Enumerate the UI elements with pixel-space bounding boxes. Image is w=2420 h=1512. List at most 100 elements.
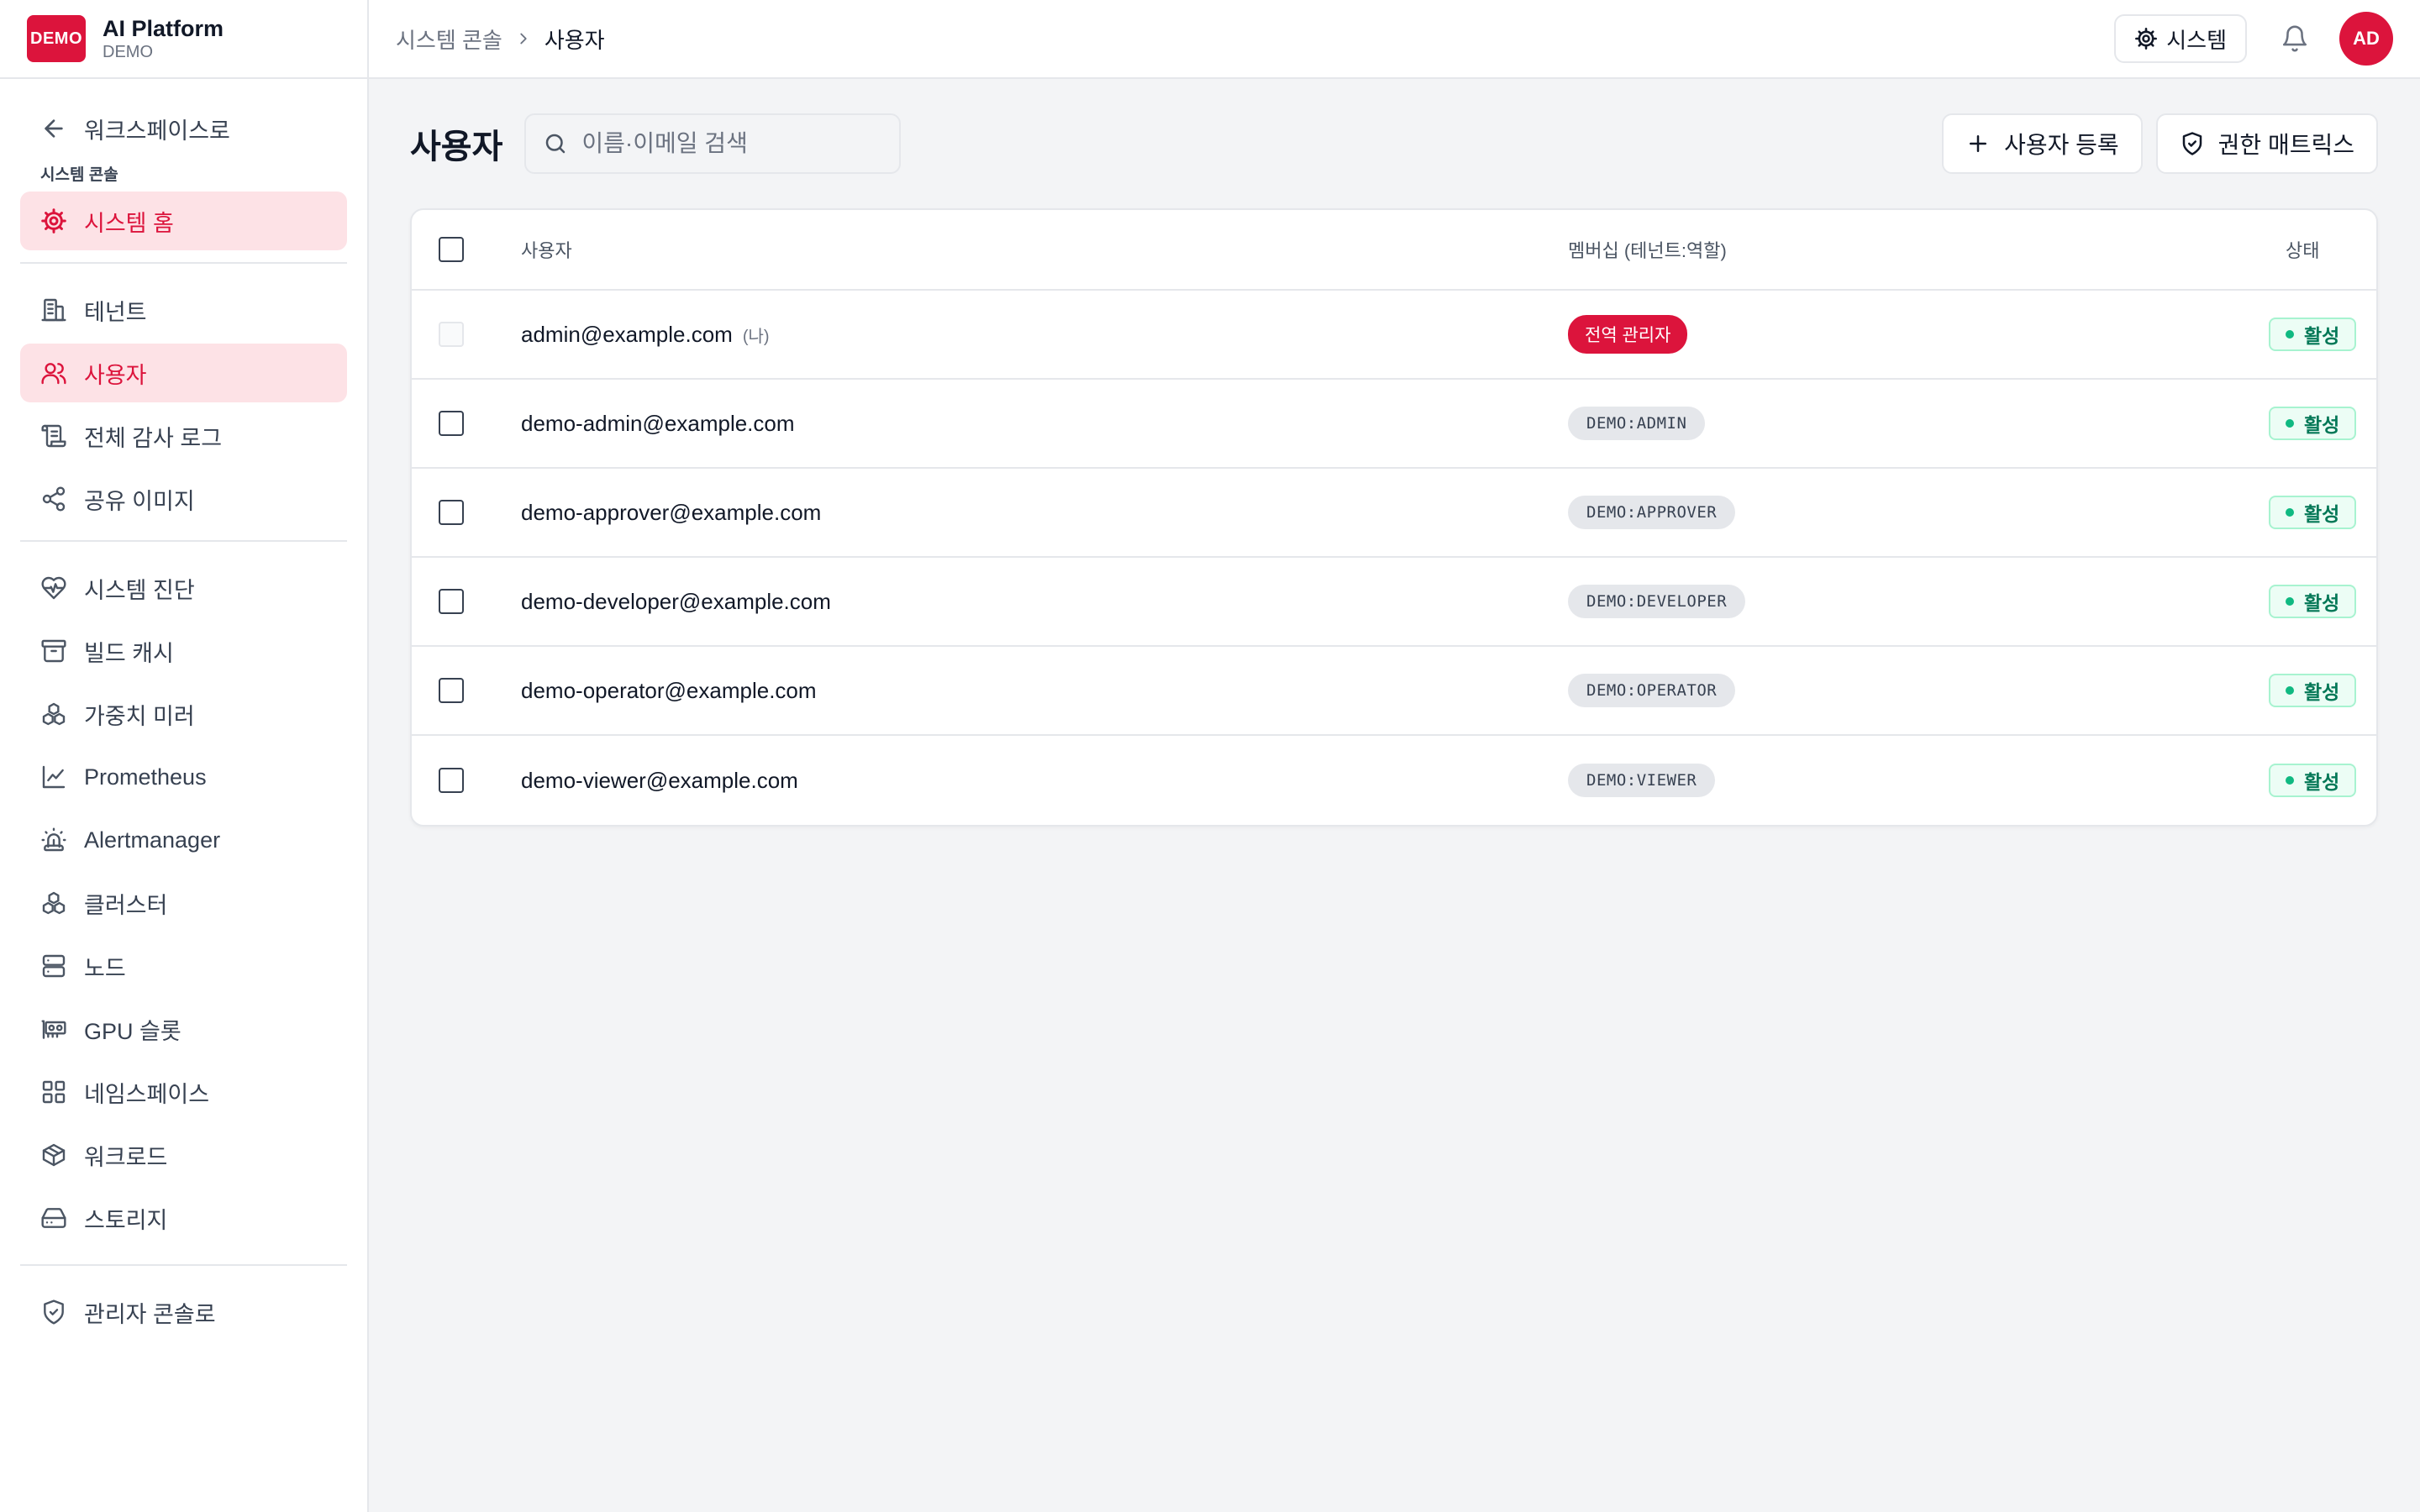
sidebar-item-nodes[interactable]: 노드	[20, 937, 347, 995]
cluster-icon	[42, 891, 66, 915]
sidebar-item-back-to-workspace[interactable]: 워크스페이스로	[20, 99, 347, 158]
status-label: 활성	[2304, 771, 2340, 793]
server-icon	[42, 954, 66, 978]
sidebar-item-shared-images[interactable]: 공유 이미지	[20, 470, 347, 528]
sidebar-divider	[20, 262, 347, 264]
arrow-left-icon	[45, 119, 63, 138]
membership-badge: 전역 관리자	[1568, 315, 1688, 354]
sidebar-item-users[interactable]: 사용자	[20, 344, 347, 402]
plus-icon	[1970, 135, 1987, 152]
status-dot	[2286, 419, 2294, 428]
sidebar: DEMO AI Platform DEMO 워크스페이스로 시스템 콘솔 시스템…	[0, 0, 369, 1512]
heart-pulse-icon	[41, 576, 66, 600]
table-row[interactable]: admin@example.com (나) 전역 관리자 활성	[412, 291, 2376, 380]
row-checkbox[interactable]	[439, 500, 464, 525]
status-badge: 활성	[2269, 585, 2357, 618]
status-label: 활성	[2304, 325, 2340, 347]
select-all-checkbox[interactable]	[439, 237, 464, 262]
brand-subtitle: DEMO	[103, 43, 153, 61]
user-email: demo-admin@example.com	[521, 410, 795, 436]
brand-title: AI Platform	[103, 16, 224, 41]
status-badge: 활성	[2269, 496, 2357, 529]
gpu-icon	[41, 1020, 66, 1039]
sidebar-item-prometheus[interactable]: Prometheus	[20, 748, 347, 806]
sidebar-item-system-home[interactable]: 시스템 홈	[20, 192, 347, 250]
membership-badge: DEMO:APPROVER	[1568, 496, 1736, 529]
brand-logo: DEMO	[27, 15, 86, 62]
boxes-icon	[42, 702, 66, 726]
sidebar-item-weight-mirror[interactable]: 가중치 미러	[20, 685, 347, 743]
sidebar-item-label: 노드	[84, 955, 126, 981]
bell-icon[interactable]	[2281, 24, 2309, 53]
users-table: 사용자 멤버십 (테넌트:역할) 상태 admin@example.com (나)…	[410, 208, 2378, 827]
status-label: 활성	[2304, 592, 2340, 614]
sidebar-item-audit-log[interactable]: 전체 감사 로그	[20, 407, 347, 465]
sidebar-item-build-cache[interactable]: 빌드 캐시	[20, 622, 347, 680]
siren-icon	[41, 827, 66, 852]
system-button-label: 시스템	[2166, 27, 2227, 53]
table-row[interactable]: demo-viewer@example.com DEMO:VIEWER 활성	[412, 736, 2376, 825]
search-box[interactable]	[524, 113, 902, 174]
sidebar-nav: 워크스페이스로 시스템 콘솔 시스템 홈 테넌트 사용자 전체 감사 로그 공유…	[0, 79, 367, 1341]
users-icon	[41, 363, 66, 385]
sidebar-item-namespaces[interactable]: 네임스페이스	[20, 1063, 347, 1121]
archive-icon	[41, 639, 66, 663]
scroll-icon	[41, 424, 66, 448]
avatar[interactable]: AD	[2339, 12, 2393, 66]
sidebar-item-label: 네임스페이스	[84, 1081, 210, 1107]
permission-matrix-button[interactable]: 권한 매트릭스	[2155, 113, 2378, 174]
table-row[interactable]: demo-admin@example.com DEMO:ADMIN 활성	[412, 380, 2376, 469]
gear-icon	[41, 208, 66, 234]
row-checkbox[interactable]	[439, 768, 464, 793]
status-dot	[2286, 508, 2294, 517]
sidebar-item-label: GPU 슬롯	[84, 1018, 182, 1044]
sidebar-item-label: 시스템 진단	[84, 577, 195, 603]
brand[interactable]: DEMO AI Platform DEMO	[0, 0, 367, 79]
row-checkbox[interactable]	[439, 411, 464, 436]
column-header-user: 사용자	[521, 240, 572, 261]
sidebar-item-admin-console[interactable]: 관리자 콘솔로	[20, 1283, 347, 1341]
breadcrumb: 시스템 콘솔 사용자	[396, 24, 605, 55]
grid-icon	[42, 1080, 66, 1104]
sidebar-item-label: 관리자 콘솔로	[84, 1301, 216, 1327]
breadcrumb-current: 사용자	[544, 27, 605, 53]
row-checkbox	[439, 322, 464, 347]
sidebar-item-clusters[interactable]: 클러스터	[20, 874, 347, 932]
user-email: demo-operator@example.com	[521, 677, 817, 703]
sidebar-item-alertmanager[interactable]: Alertmanager	[20, 811, 347, 869]
row-checkbox[interactable]	[439, 678, 464, 703]
sidebar-item-system-diagnostics[interactable]: 시스템 진단	[20, 559, 347, 617]
sidebar-item-label: 테넌트	[84, 299, 147, 325]
status-dot	[2286, 686, 2294, 695]
sidebar-item-label: 워크로드	[84, 1144, 168, 1170]
table-row[interactable]: demo-approver@example.com DEMO:APPROVER …	[412, 469, 2376, 558]
me-tag: (나)	[742, 327, 770, 346]
sidebar-item-label: 공유 이미지	[84, 488, 195, 514]
register-user-label: 사용자 등록	[2004, 132, 2119, 158]
package-icon	[42, 1143, 66, 1167]
sidebar-item-workloads[interactable]: 워크로드	[20, 1126, 347, 1184]
user-email: demo-developer@example.com	[521, 588, 831, 614]
column-header-membership: 멤버십 (테넌트:역할)	[1568, 240, 1727, 261]
sidebar-item-tenants[interactable]: 테넌트	[20, 281, 347, 339]
main-content: 사용자 사용자 등록 권한 매트릭스 사용자 멤버십 (테넌트:역할) 상태	[369, 79, 2420, 1512]
user-email: demo-viewer@example.com	[521, 767, 798, 793]
status-dot	[2286, 330, 2294, 339]
status-badge: 활성	[2269, 318, 2357, 351]
table-row[interactable]: demo-developer@example.com DEMO:DEVELOPE…	[412, 558, 2376, 647]
system-button[interactable]: 시스템	[2114, 14, 2247, 63]
register-user-button[interactable]: 사용자 등록	[1942, 113, 2143, 174]
sidebar-section-label: 시스템 콘솔	[40, 166, 118, 184]
line-chart-icon	[42, 765, 66, 789]
status-label: 활성	[2304, 681, 2340, 703]
building-icon	[41, 298, 66, 322]
sidebar-item-label: 클러스터	[84, 892, 168, 918]
breadcrumb-parent-link[interactable]: 시스템 콘솔	[396, 24, 502, 55]
table-row[interactable]: demo-operator@example.com DEMO:OPERATOR …	[412, 647, 2376, 736]
sidebar-item-label: 시스템 홈	[84, 210, 174, 236]
search-input[interactable]	[581, 130, 868, 157]
page-title: 사용자	[410, 129, 503, 165]
sidebar-item-storage[interactable]: 스토리지	[20, 1189, 347, 1247]
row-checkbox[interactable]	[439, 589, 464, 614]
sidebar-item-gpu-slots[interactable]: GPU 슬롯	[20, 1000, 347, 1058]
